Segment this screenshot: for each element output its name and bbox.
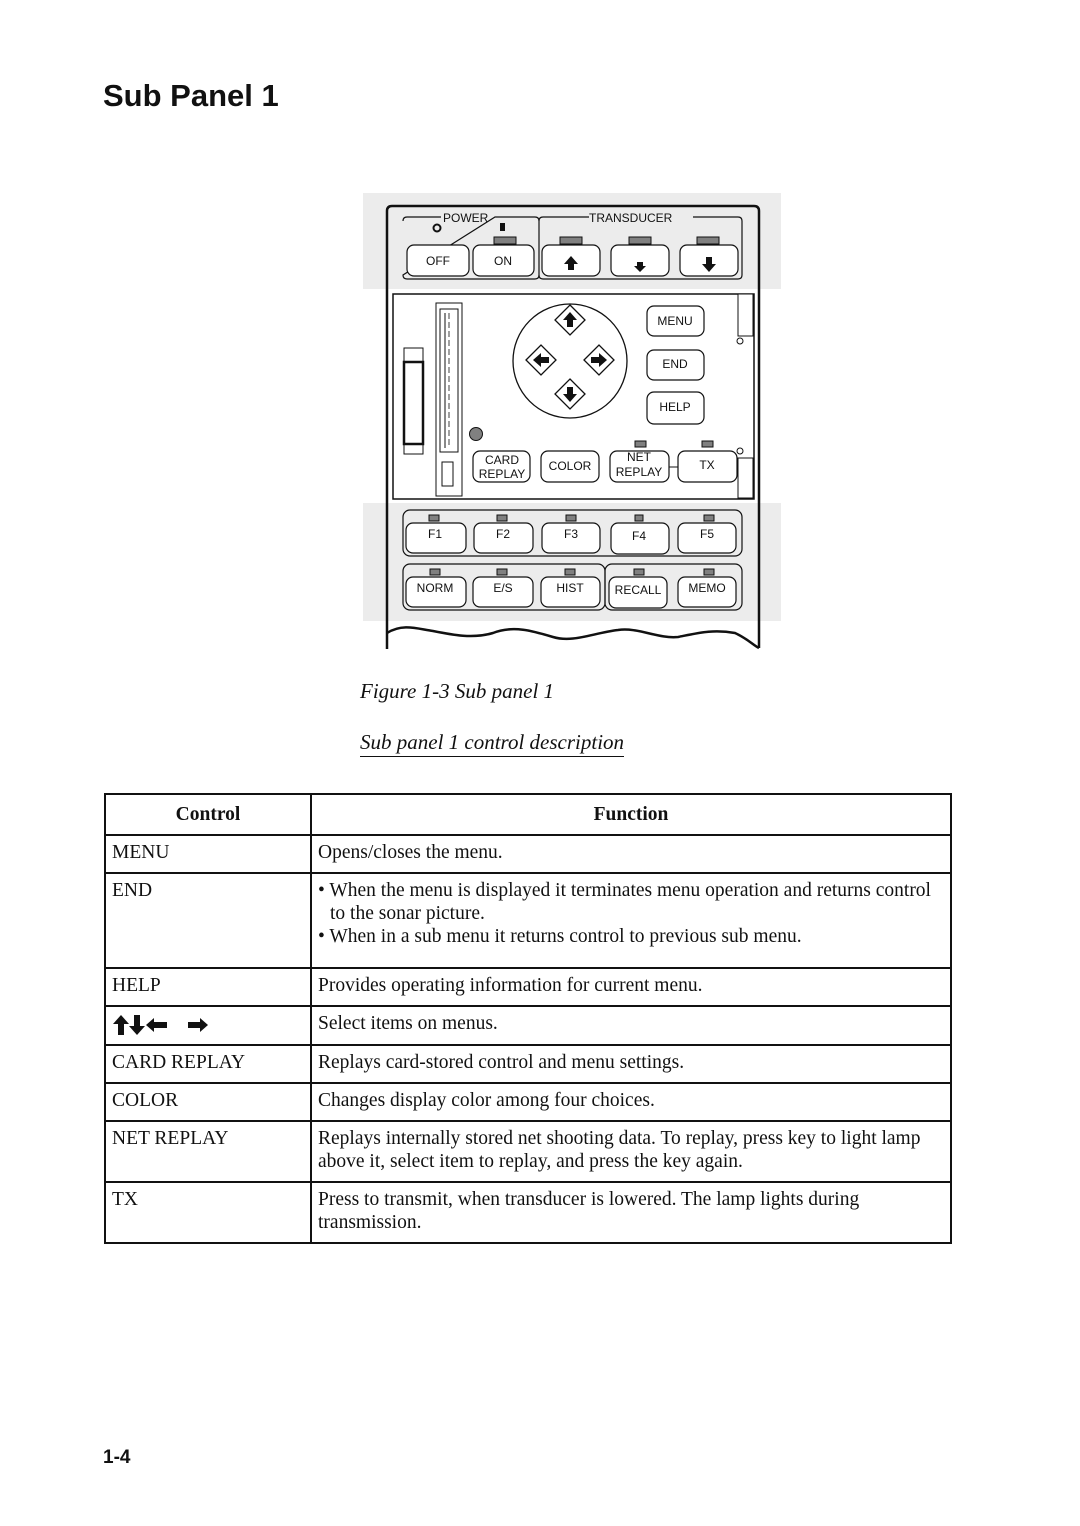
norm-key[interactable]: NORM xyxy=(405,576,467,608)
function-cell: • When the menu is displayed it terminat… xyxy=(310,872,952,969)
svg-text:HELP: HELP xyxy=(659,400,690,414)
svg-text:F5: F5 xyxy=(700,527,714,541)
table-header-row: Control Function xyxy=(104,793,952,836)
svg-text:CARD: CARD xyxy=(485,453,519,467)
function-bullet: • When the menu is displayed it terminat… xyxy=(318,880,931,924)
control-cell: CARD REPLAY xyxy=(104,1043,312,1084)
card-slot xyxy=(402,347,425,455)
svg-text:NET: NET xyxy=(627,450,652,464)
f3-key[interactable]: F3 xyxy=(541,522,601,554)
table-row: HELP Provides operating information for … xyxy=(104,967,952,1007)
menu-button[interactable]: MENU xyxy=(646,305,705,337)
svg-text:NORM: NORM xyxy=(417,581,454,595)
svg-text:F3: F3 xyxy=(564,527,578,541)
page-number: 1-4 xyxy=(103,1447,131,1468)
transducer-label: TRANSDUCER xyxy=(589,211,673,225)
transducer-stop-button[interactable] xyxy=(610,244,670,277)
table-row: TX Press to transmit, when transducer is… xyxy=(104,1180,952,1244)
svg-text:TX: TX xyxy=(699,458,714,472)
arrow-right-icon xyxy=(188,1017,208,1032)
color-button[interactable]: COLOR xyxy=(540,450,600,483)
control-cell-arrow-keys xyxy=(104,1005,312,1046)
svg-text:RECALL: RECALL xyxy=(615,583,662,597)
function-cell: Select items on menus. xyxy=(310,1005,952,1046)
svg-text:REPLAY: REPLAY xyxy=(616,465,662,479)
function-cell: Replays card-stored control and menu set… xyxy=(310,1043,952,1084)
arrow-left-icon xyxy=(146,1017,167,1032)
function-cell: Press to transmit, when transducer is lo… xyxy=(310,1180,952,1244)
f4-key[interactable]: F4 xyxy=(610,522,670,555)
table-row: END • When the menu is displayed it term… xyxy=(104,872,952,969)
control-table: Control Function MENU Opens/closes the m… xyxy=(104,793,952,1244)
svg-text:HIST: HIST xyxy=(556,581,584,595)
card-eject-lever xyxy=(435,302,463,497)
control-cell: MENU xyxy=(104,834,312,874)
svg-text:OFF: OFF xyxy=(426,254,450,268)
off-button[interactable]: OFF xyxy=(406,244,470,277)
arrow-up-icon xyxy=(113,1014,129,1035)
es-key[interactable]: E/S xyxy=(472,576,534,608)
table-row: MENU Opens/closes the menu. xyxy=(104,834,952,874)
svg-text:REPLAY: REPLAY xyxy=(479,467,525,481)
end-button[interactable]: END xyxy=(646,349,705,381)
control-cell: HELP xyxy=(104,967,312,1007)
header-control: Control xyxy=(104,793,312,836)
svg-text:ON: ON xyxy=(494,254,512,268)
status-lamp xyxy=(469,427,483,441)
recall-key[interactable]: RECALL xyxy=(608,576,668,609)
svg-text:MEMO: MEMO xyxy=(688,581,725,595)
hist-key[interactable]: HIST xyxy=(540,576,601,608)
table-row: COLOR Changes display color among four c… xyxy=(104,1081,952,1122)
function-cell: Opens/closes the menu. xyxy=(310,834,952,874)
f1-key[interactable]: F1 xyxy=(405,522,467,554)
page-title: Sub Panel 1 xyxy=(103,78,279,113)
svg-text:COLOR: COLOR xyxy=(549,459,592,473)
function-cell: Provides operating information for curre… xyxy=(310,967,952,1007)
control-cell: COLOR xyxy=(104,1081,312,1122)
f2-key[interactable]: F2 xyxy=(473,522,534,554)
svg-text:F2: F2 xyxy=(496,527,510,541)
section-title: Sub panel 1 control description xyxy=(360,730,625,757)
svg-text:MENU: MENU xyxy=(657,314,692,328)
arrow-down-icon xyxy=(129,1014,145,1035)
torn-edge xyxy=(386,626,760,650)
cursor-pad[interactable] xyxy=(512,303,628,419)
control-cell: TX xyxy=(104,1180,312,1244)
f5-key[interactable]: F5 xyxy=(677,522,737,554)
memo-key[interactable]: MEMO xyxy=(677,576,737,608)
control-cell: END xyxy=(104,872,312,969)
table-row: CARD REPLAY Replays card-stored control … xyxy=(104,1043,952,1084)
table-row: NET REPLAY Replays internally stored net… xyxy=(104,1119,952,1183)
on-button[interactable]: ON xyxy=(472,244,535,277)
function-bullet: • When in a sub menu it returns control … xyxy=(318,926,802,947)
svg-text:E/S: E/S xyxy=(493,581,512,595)
help-button[interactable]: HELP xyxy=(646,391,705,425)
header-function: Function xyxy=(310,793,952,836)
function-cell: Changes display color among four choices… xyxy=(310,1081,952,1122)
transducer-raise-button[interactable] xyxy=(541,244,601,277)
net-replay-button[interactable]: NET REPLAY xyxy=(609,450,670,483)
card-replay-button[interactable]: CARD REPLAY xyxy=(472,450,531,483)
svg-text:END: END xyxy=(662,357,688,371)
power-label: POWER xyxy=(443,211,489,225)
table-row: Select items on menus. xyxy=(104,1005,952,1046)
function-cell: Replays internally stored net shooting d… xyxy=(310,1119,952,1183)
tx-button[interactable]: TX xyxy=(677,450,738,483)
svg-text:F1: F1 xyxy=(428,527,442,541)
figure-caption: Figure 1-3 Sub panel 1 xyxy=(360,679,555,703)
control-cell: NET REPLAY xyxy=(104,1119,312,1183)
svg-text:F4: F4 xyxy=(632,529,646,543)
transducer-lower-button[interactable] xyxy=(679,244,739,277)
sub-panel-figure: POWER OFF ON TRANSDUCER MENU END HELP CA… xyxy=(363,193,781,653)
